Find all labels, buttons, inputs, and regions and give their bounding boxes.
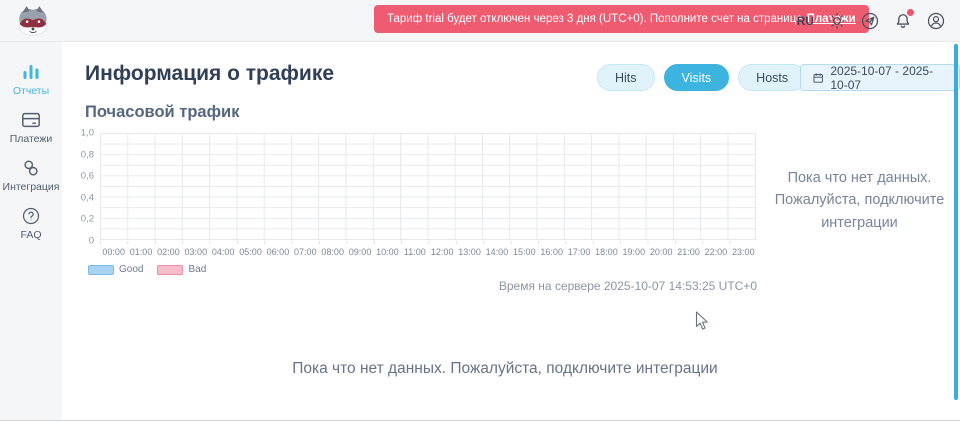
x-axis-tick: 14:00 (483, 247, 510, 257)
header-actions: RU (797, 0, 946, 42)
trial-warning-banner: Тариф trial будет отключен через 3 дня (… (374, 5, 869, 33)
calendar-icon (812, 71, 824, 85)
sidebar-item-reports[interactable]: Отчеты (13, 62, 49, 97)
x-axis-tick: 06:00 (264, 247, 291, 257)
y-axis-tick: 0,8 (81, 149, 94, 160)
x-axis-tick: 04:00 (210, 247, 237, 257)
x-axis-tick: 00:00 (100, 247, 127, 257)
y-axis-tick: 0,2 (81, 214, 94, 225)
tab-visits[interactable]: Visits (664, 64, 730, 91)
page-title: Информация о трафике (85, 62, 334, 86)
sidebar-item-label: Платежи (10, 133, 53, 145)
x-axis-tick: 22:00 (702, 247, 729, 257)
x-axis-tick: 05:00 (237, 247, 264, 257)
mouse-cursor (695, 311, 709, 331)
x-axis-tick: 19:00 (620, 247, 647, 257)
x-axis-tick: 02:00 (155, 247, 182, 257)
sidebar-item-label: Отчеты (13, 85, 49, 97)
link-icon (20, 158, 42, 178)
y-axis-tick: 0,6 (81, 171, 94, 182)
y-axis-tick: 1,0 (81, 128, 94, 139)
sidebar-item-payments[interactable]: Платежи (10, 110, 53, 145)
top-header: Тариф trial будет отключен через 3 дня (… (0, 0, 960, 42)
legend-item-bad: Bad (157, 264, 206, 275)
chart-plot-area (100, 133, 756, 240)
telegram-icon[interactable] (860, 11, 880, 31)
footer-divider (0, 420, 960, 421)
x-axis-ticks (100, 241, 757, 244)
chart-legend: Good Bad (88, 264, 206, 275)
chart-title: Почасовой трафик (85, 103, 239, 122)
x-axis-tick: 21:00 (675, 247, 702, 257)
x-axis-tick: 15:00 (511, 247, 538, 257)
legend-swatch (88, 265, 114, 275)
notification-badge (907, 9, 914, 16)
sidebar-item-label: Интеграция (3, 181, 60, 193)
scrollbar-thumb[interactable] (954, 44, 958, 400)
legend-swatch (157, 265, 183, 275)
x-axis-tick: 11:00 (401, 247, 428, 257)
date-range-value: 2025-10-07 - 2025-10-07 (830, 64, 948, 92)
x-axis-tick: 17:00 (565, 247, 592, 257)
legend-label: Bad (188, 264, 206, 275)
server-time: Время на сервере 2025-10-07 14:53:25 UTC… (100, 279, 757, 293)
x-axis-tick: 07:00 (292, 247, 319, 257)
date-range-picker[interactable]: 2025-10-07 - 2025-10-07 (800, 64, 960, 91)
page-empty-state: Пока что нет данных. Пожалуйста, подключ… (62, 360, 948, 378)
tab-hosts[interactable]: Hosts (738, 64, 806, 91)
sidebar-item-faq[interactable]: FAQ (20, 206, 42, 241)
y-axis-tick: 0 (89, 236, 94, 247)
app-logo-raccoon-icon[interactable] (13, 3, 53, 39)
bar-chart-icon (20, 62, 42, 82)
x-axis-tick: 03:00 (182, 247, 209, 257)
theme-sun-icon[interactable] (827, 11, 847, 31)
chart-empty-state: Пока что нет данных. Пожалуйста, подключ… (772, 167, 947, 234)
x-axis-tick: 20:00 (648, 247, 675, 257)
legend-item-good: Good (88, 264, 143, 275)
card-icon (20, 110, 42, 130)
x-axis-tick: 01:00 (127, 247, 154, 257)
y-axis: 1,00,80,60,40,20 (60, 133, 94, 241)
y-axis-tick: 0,4 (81, 192, 94, 203)
x-axis: 00:0001:0002:0003:0004:0005:0006:0007:00… (100, 247, 757, 257)
sidebar-item-label: FAQ (20, 229, 41, 241)
x-axis-tick: 08:00 (319, 247, 346, 257)
legend-label: Good (119, 264, 143, 275)
x-axis-tick: 10:00 (374, 247, 401, 257)
x-axis-tick: 18:00 (593, 247, 620, 257)
app-window: Тариф trial будет отключен через 3 дня (… (0, 0, 960, 433)
question-icon (20, 206, 42, 226)
sidebar-item-integration[interactable]: Интеграция (3, 158, 60, 193)
traffic-metric-tabs: Hits Visits Hosts (597, 64, 806, 91)
language-selector[interactable]: RU (797, 14, 814, 28)
x-axis-tick: 12:00 (429, 247, 456, 257)
notifications-bell-icon[interactable] (893, 11, 913, 31)
x-axis-tick: 23:00 (730, 247, 757, 257)
banner-text: Тариф trial будет отключен через 3 дня (… (387, 13, 803, 25)
x-axis-tick: 16:00 (538, 247, 565, 257)
x-axis-tick: 09:00 (346, 247, 373, 257)
profile-icon[interactable] (926, 11, 946, 31)
x-axis-tick: 13:00 (456, 247, 483, 257)
tab-hits[interactable]: Hits (597, 64, 655, 91)
sidebar: Отчеты Платежи Интеграция FAQ (0, 42, 62, 420)
